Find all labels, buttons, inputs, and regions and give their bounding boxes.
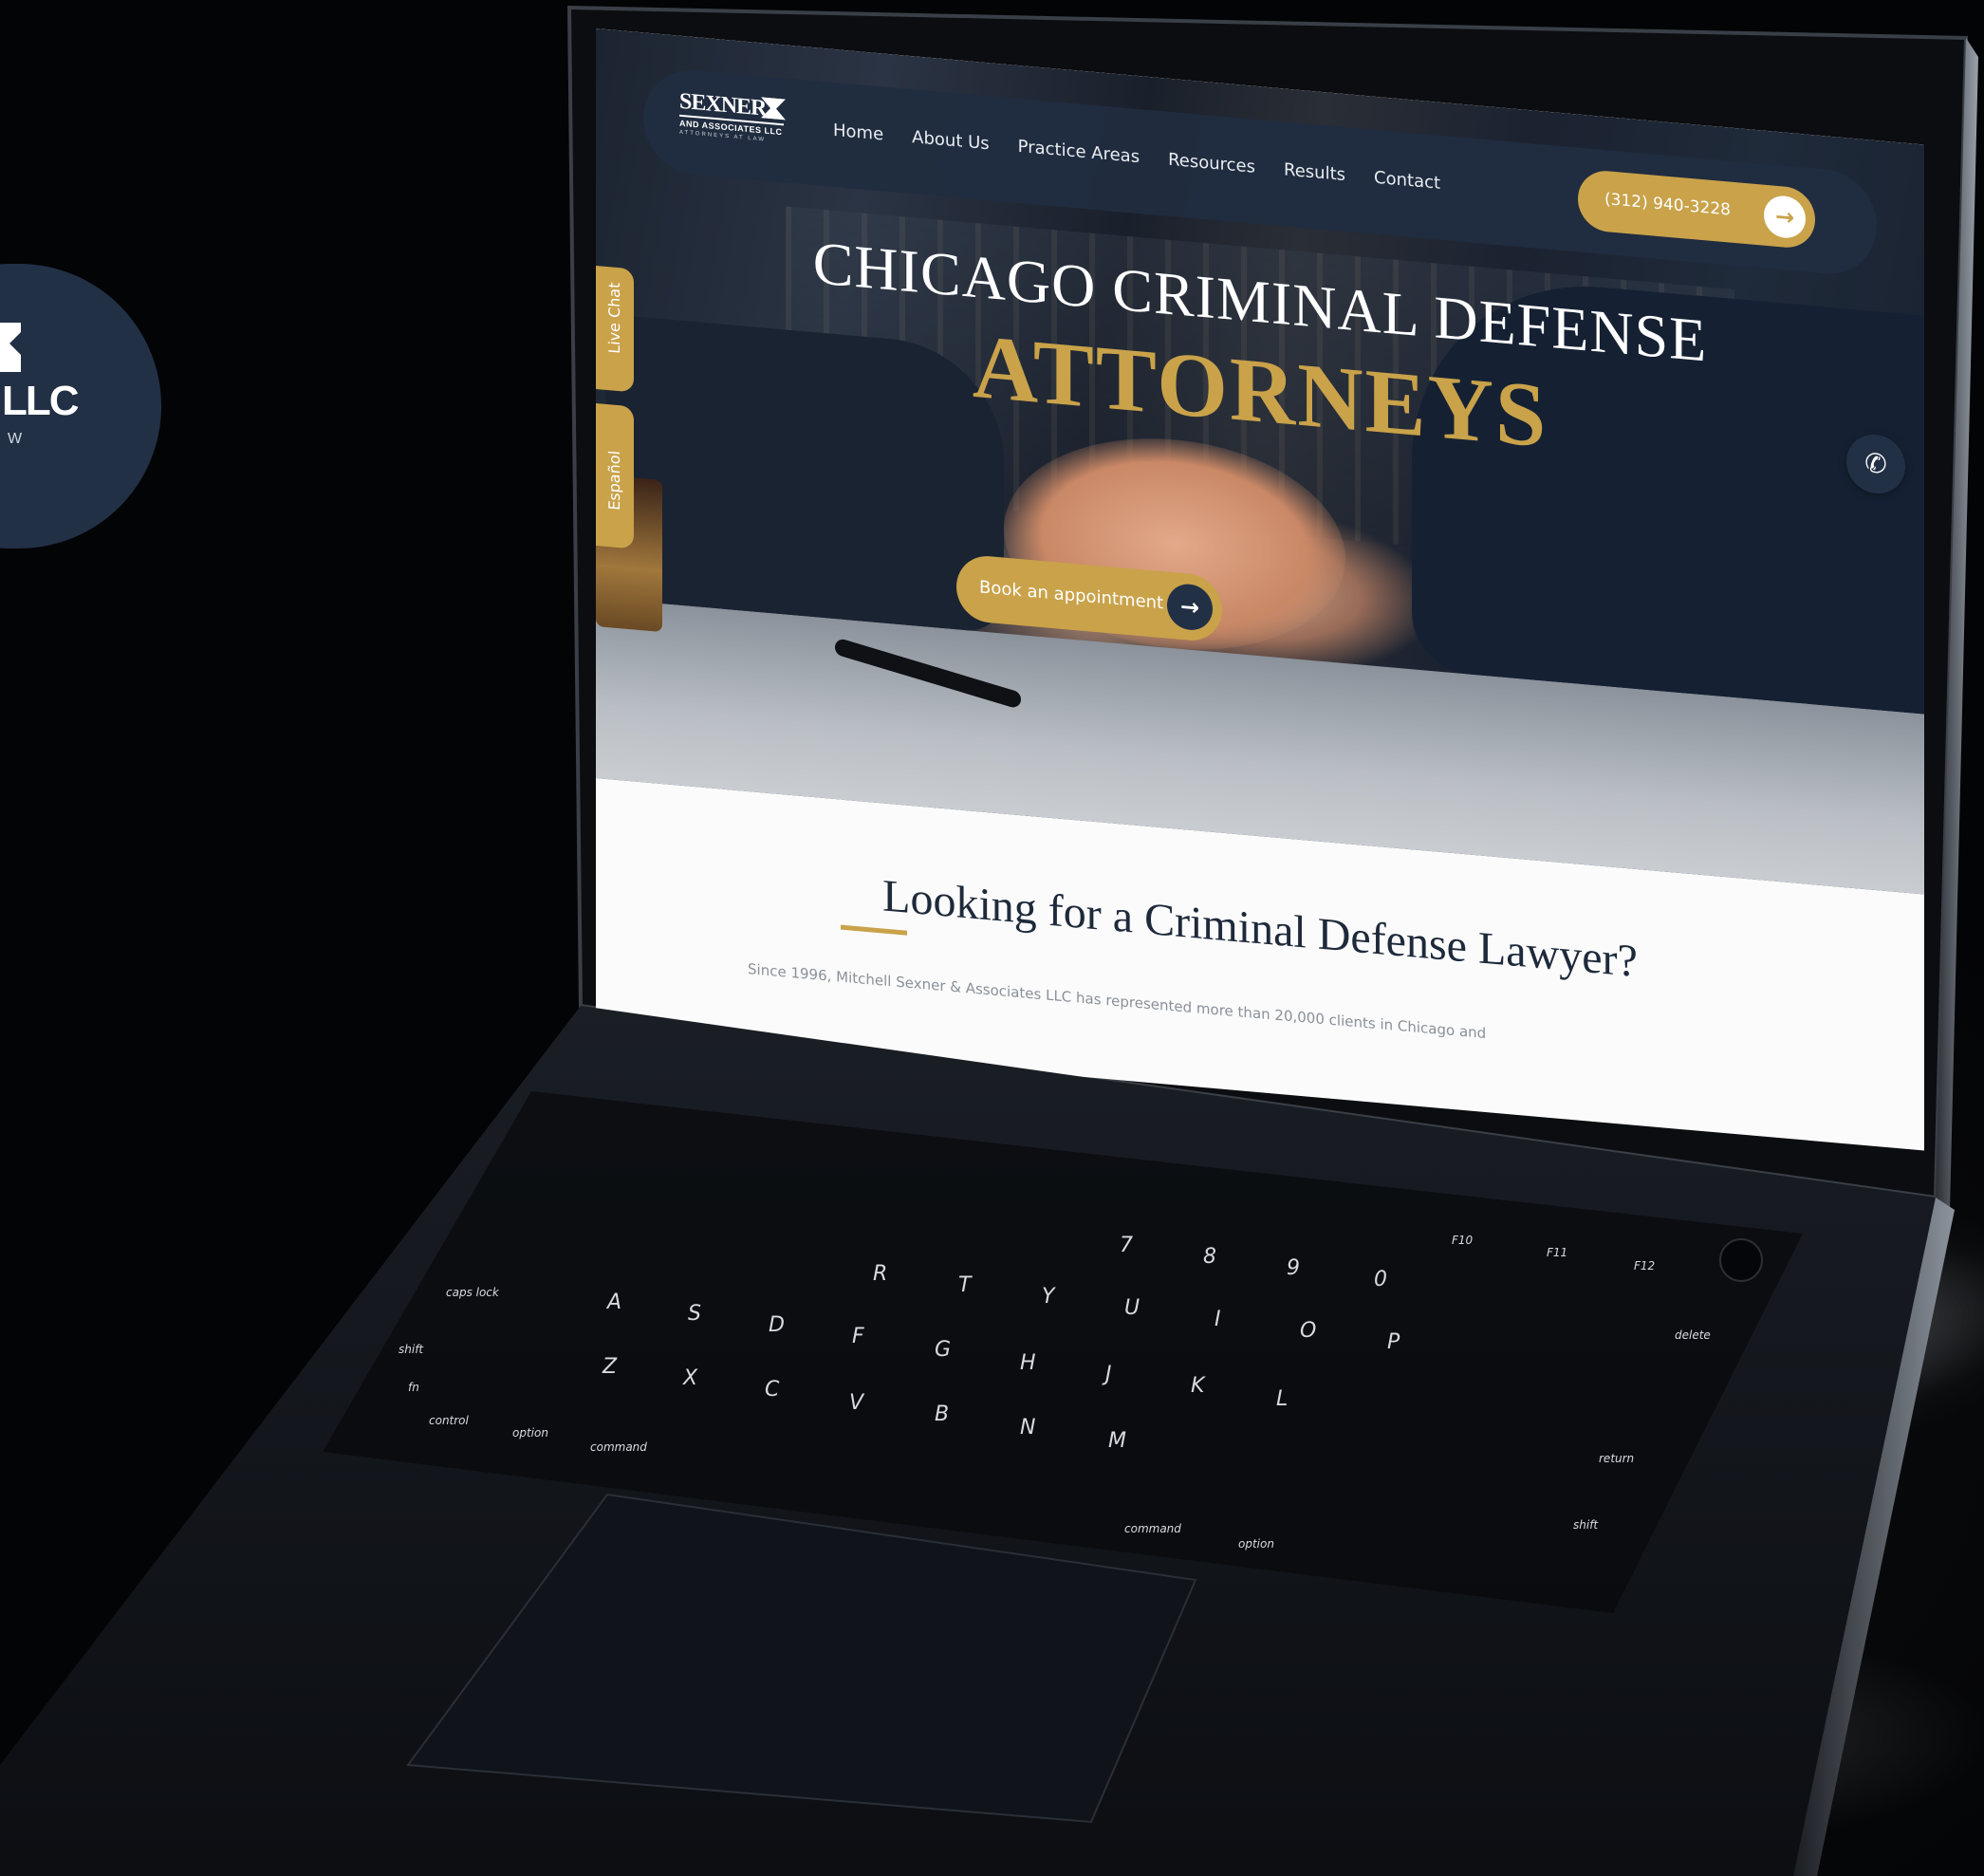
key-shift-right[interactable]: shift [1573, 1518, 1598, 1532]
key-7[interactable]: 7 [1120, 1234, 1133, 1257]
key-u[interactable]: U [1124, 1296, 1140, 1320]
key-d[interactable]: D [769, 1313, 785, 1337]
key-return[interactable]: return [1599, 1452, 1634, 1465]
key-command-left[interactable]: command [590, 1440, 647, 1454]
key-m[interactable]: M [1108, 1429, 1126, 1453]
key-caps-lock[interactable]: caps lock [446, 1286, 499, 1299]
key-a[interactable]: A [607, 1291, 621, 1314]
key-9[interactable]: 9 [1287, 1256, 1300, 1280]
key-delete[interactable]: delete [1675, 1328, 1711, 1342]
key-f12[interactable]: F12 [1634, 1259, 1655, 1272]
key-v[interactable]: V [849, 1391, 863, 1415]
key-c[interactable]: C [765, 1378, 779, 1402]
key-s[interactable]: S [688, 1302, 701, 1326]
key-i[interactable]: I [1215, 1308, 1221, 1331]
key-0[interactable]: 0 [1374, 1268, 1387, 1291]
key-f11[interactable]: F11 [1547, 1246, 1567, 1259]
key-control[interactable]: control [429, 1414, 469, 1427]
key-command-right[interactable]: command [1124, 1522, 1181, 1535]
key-x[interactable]: X [683, 1366, 697, 1390]
stage: LLC W SEXNER AND ASSOCIATES LLC ATTORNEY… [0, 0, 1984, 1876]
key-option-right[interactable]: option [1238, 1537, 1274, 1551]
key-fn[interactable]: fn [408, 1381, 419, 1394]
laptop-base [0, 1006, 1955, 1876]
key-8[interactable]: 8 [1203, 1245, 1216, 1269]
key-option-left[interactable]: option [512, 1426, 548, 1440]
key-r[interactable]: R [873, 1262, 887, 1286]
key-o[interactable]: O [1300, 1319, 1316, 1343]
key-t[interactable]: T [958, 1273, 971, 1297]
key-y[interactable]: Y [1042, 1285, 1054, 1309]
key-n[interactable]: N [1020, 1416, 1035, 1440]
key-f10[interactable]: F10 [1452, 1234, 1473, 1247]
key-z[interactable]: Z [603, 1355, 617, 1379]
key-k[interactable]: K [1191, 1374, 1204, 1398]
key-b[interactable]: B [935, 1402, 949, 1426]
key-f[interactable]: F [852, 1325, 864, 1348]
key-p[interactable]: P [1387, 1330, 1400, 1354]
key-l[interactable]: L [1276, 1387, 1288, 1411]
key-j[interactable]: J [1105, 1363, 1112, 1386]
key-g[interactable]: G [935, 1338, 951, 1362]
key-h[interactable]: H [1020, 1351, 1036, 1375]
key-shift-left[interactable]: shift [399, 1343, 423, 1356]
